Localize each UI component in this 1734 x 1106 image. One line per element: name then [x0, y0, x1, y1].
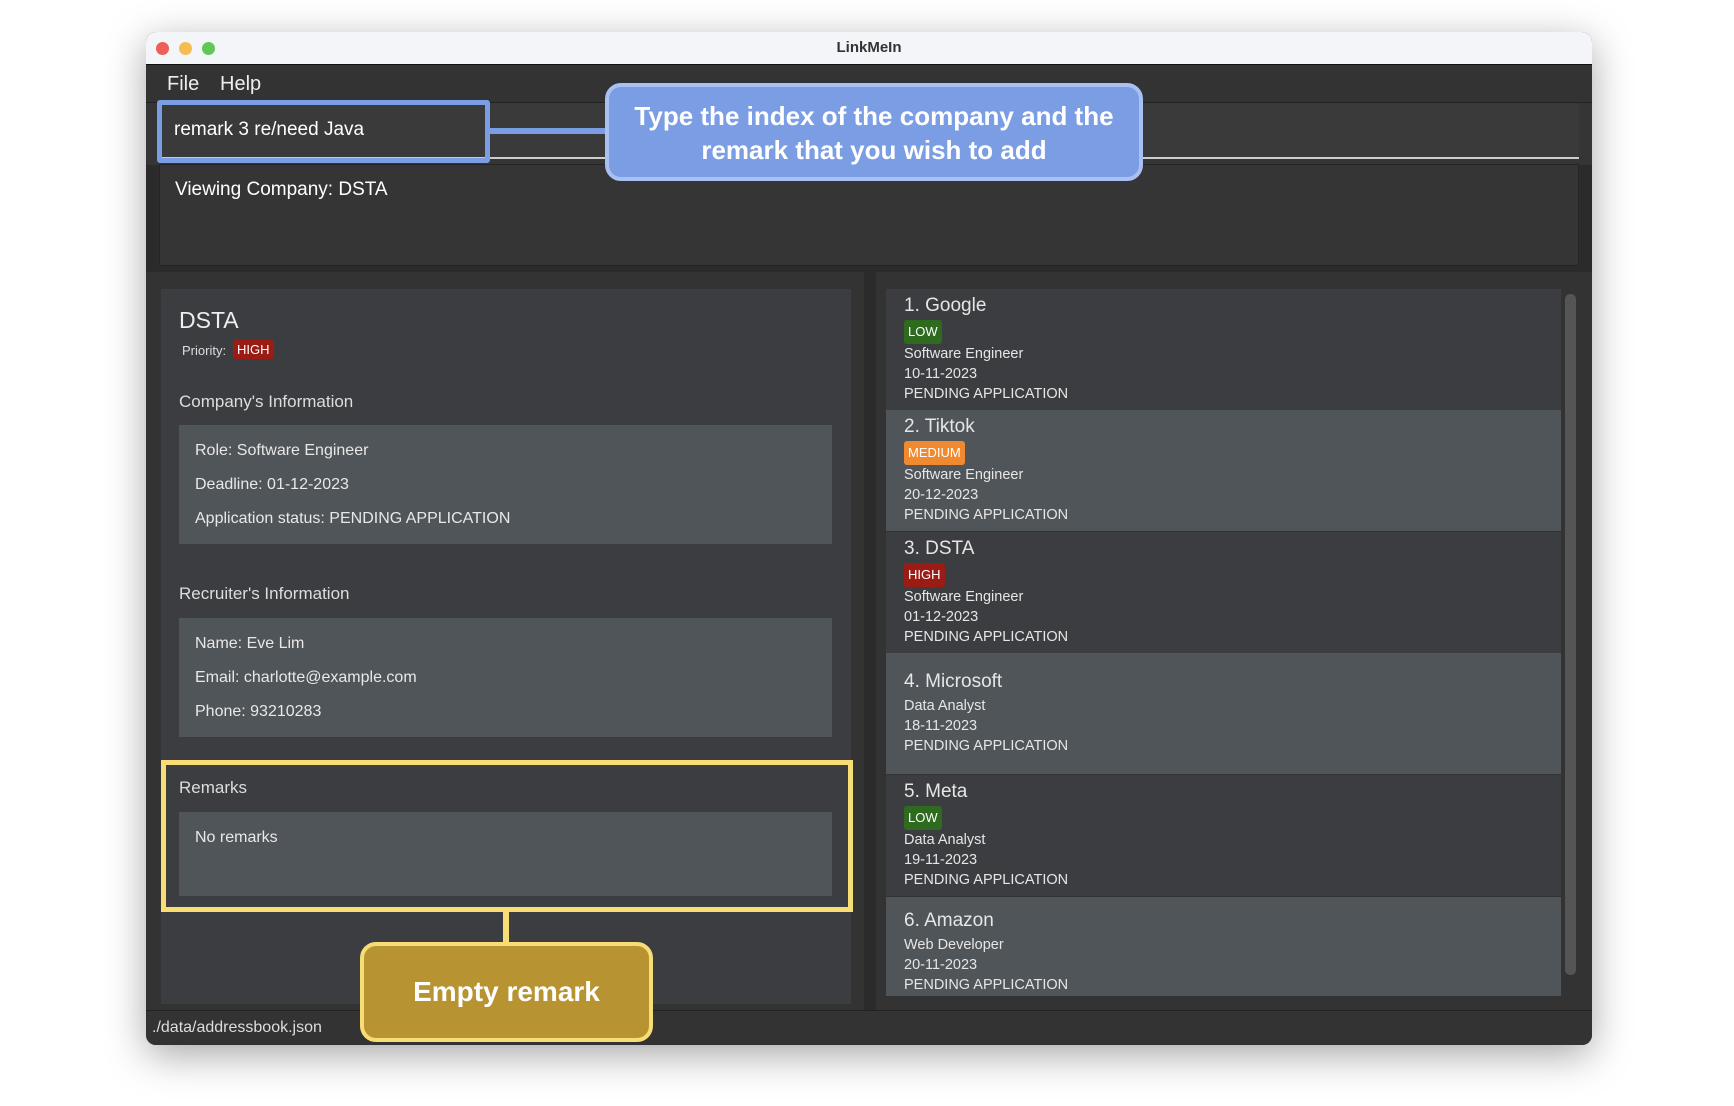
command-highlight	[157, 100, 490, 163]
command-callout-connector	[490, 128, 606, 134]
company-list-item[interactable]: 5. Meta LOW Data Analyst 19-11-2023 PENDING …	[886, 775, 1561, 896]
application-status-text: Application status: PENDING APPLICATION	[195, 510, 511, 527]
title-bar: LinkMeIn	[146, 32, 1592, 65]
company-list-item[interactable]: 3. DSTA HIGH Software Engineer 01-12-2023 PE…	[886, 532, 1561, 653]
company-name: 3. DSTA	[904, 537, 975, 559]
company-deadline: 10-11-2023	[904, 365, 978, 382]
company-list-item[interactable]: 2. Tiktok MEDIUM Software Engineer 20-12-20…	[886, 410, 1561, 531]
recruiter-info-heading: Recruiter's Information	[179, 584, 350, 603]
company-role: Data Analyst	[904, 697, 986, 714]
company-list-item[interactable]: 4. Microsoft Data Analyst 18-11-2023 PENDIN…	[886, 653, 1561, 774]
priority-badge: MEDIUM	[904, 440, 965, 465]
window-title: LinkMeIn	[836, 39, 902, 56]
company-role: Software Engineer	[904, 345, 1024, 362]
company-list-item[interactable]: 1. Google LOW Software Engineer 10-11-2023 P…	[886, 289, 1561, 410]
priority-badge: HIGH	[904, 562, 945, 587]
priority-badge: HIGH	[233, 340, 274, 359]
command-callout: Type the index of the company and the re…	[605, 83, 1143, 181]
company-list-item[interactable]: 6. Amazon Web Developer 20-11-2023 PENDING …	[886, 897, 1561, 996]
company-status: PENDING APPLICATION	[904, 737, 1069, 754]
company-deadline: 20-11-2023	[904, 957, 978, 973]
remark-callout: Empty remark	[360, 942, 653, 1042]
priority-row: LOW	[904, 319, 1543, 344]
company-status: PENDING APPLICATION	[904, 977, 1069, 993]
company-role: Web Developer	[904, 937, 1004, 953]
recruiter-email-text: Email: charlotte@example.com	[195, 669, 417, 686]
role-text: Role: Software Engineer	[195, 442, 369, 459]
company-role: Data Analyst	[904, 831, 986, 848]
company-info-heading: Company's Information	[179, 392, 354, 411]
company-name: 6. Amazon	[904, 910, 994, 931]
list-scrollbar[interactable]	[1565, 294, 1576, 975]
company-name: 5. Meta	[904, 780, 968, 802]
company-deadline: 01-12-2023	[904, 608, 979, 625]
company-status: PENDING APPLICATION	[904, 628, 1069, 645]
menu-file[interactable]: File	[167, 73, 199, 96]
company-list-pane: 1. Google LOW Software Engineer 10-11-2023 P…	[876, 272, 1592, 1010]
priority-row: LOW	[904, 805, 1543, 830]
company-deadline: 19-11-2023	[904, 851, 978, 868]
company-name: 4. Microsoft	[904, 670, 1003, 692]
company-role: Software Engineer	[904, 588, 1024, 605]
company-deadline: 20-12-2023	[904, 486, 979, 503]
company-status: PENDING APPLICATION	[904, 385, 1069, 402]
deadline-text: Deadline: 01-12-2023	[195, 476, 349, 493]
company-status: PENDING APPLICATION	[904, 871, 1069, 888]
remarks-highlight	[161, 760, 853, 912]
company-status: PENDING APPLICATION	[904, 506, 1069, 523]
priority-badge: LOW	[904, 805, 942, 830]
recruiter-phone-text: Phone: 93210283	[195, 703, 322, 720]
company-name: DSTA	[179, 307, 239, 333]
company-role: Software Engineer	[904, 466, 1024, 483]
company-name: 2. Tiktok	[904, 415, 975, 437]
remark-callout-connector	[503, 911, 509, 943]
company-deadline: 18-11-2023	[904, 717, 978, 734]
recruiter-info-box: Name: Eve Lim Email: charlotte@example.c…	[179, 618, 832, 737]
priority-row: HIGH	[904, 562, 1543, 587]
company-name: 1. Google	[904, 294, 987, 316]
priority-row: MEDIUM	[904, 440, 1543, 465]
company-info-box: Role: Software Engineer Deadline: 01-12-…	[179, 425, 832, 544]
priority-label: Priority:	[182, 343, 227, 358]
recruiter-name-text: Name: Eve Lim	[195, 635, 305, 652]
menu-help[interactable]: Help	[220, 73, 261, 96]
priority-badge: LOW	[904, 319, 942, 344]
